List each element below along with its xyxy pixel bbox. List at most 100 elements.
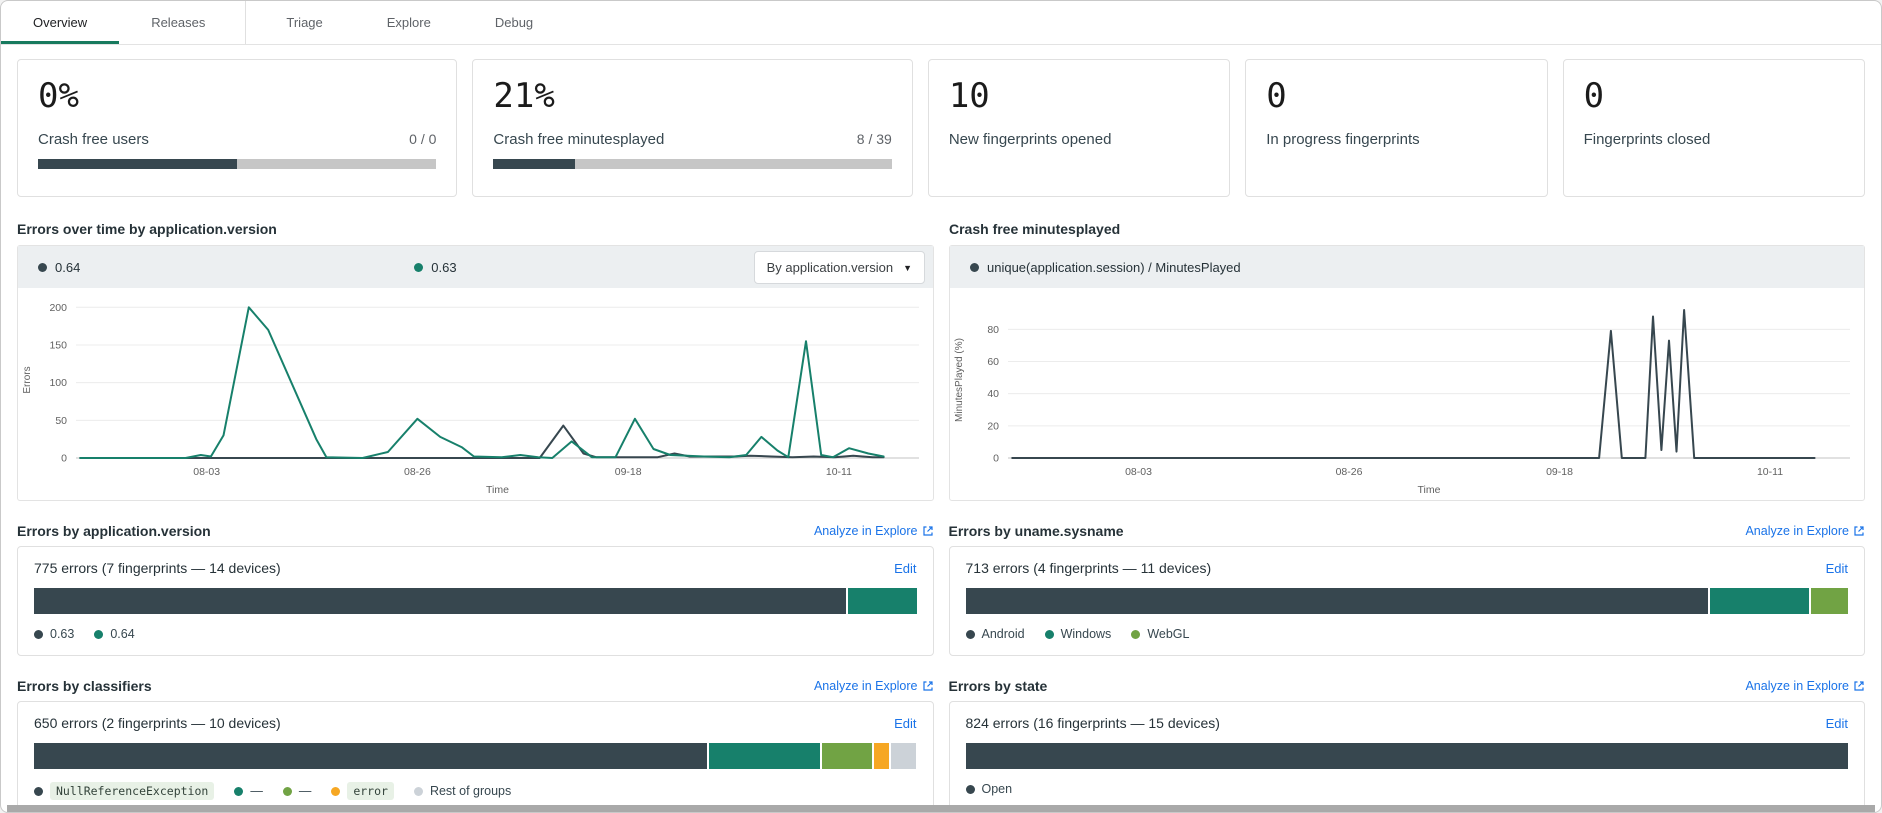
- series-dot: [414, 263, 423, 272]
- tab-explore[interactable]: Explore: [355, 1, 463, 44]
- stat-label: Crash free minutesplayed: [493, 131, 664, 148]
- legend-item: error: [331, 782, 394, 800]
- legend-label: 0.64: [110, 627, 134, 641]
- legend-label: Android: [982, 627, 1025, 641]
- svg-text:150: 150: [49, 339, 67, 351]
- errors-over-time-chart-panel: 0.64 0.63 By application.version ▼ 05010…: [17, 245, 934, 501]
- bar-segment: [966, 588, 1708, 614]
- legend-item: NullReferenceException: [34, 782, 214, 800]
- analyze-in-explore-link[interactable]: Analyze in Explore: [814, 679, 934, 693]
- errors-by-classifiers-section: Errors by classifiers Analyze in Explore…: [17, 678, 934, 813]
- stat-card-crash-free-minutesplayed: 21% Crash free minutesplayed 8 / 39: [472, 59, 912, 197]
- breakdown-title: Errors by classifiers: [17, 678, 152, 694]
- dashboard-window: Overview Releases Triage Explore Debug 0…: [0, 0, 1882, 813]
- stat-ratio: 0 / 0: [409, 131, 436, 147]
- stat-label: Crash free users: [38, 131, 149, 148]
- stat-value: 21%: [493, 78, 891, 115]
- svg-text:0: 0: [993, 453, 999, 465]
- svg-text:08-26: 08-26: [1336, 466, 1363, 478]
- link-label: Analyze in Explore: [1745, 679, 1849, 693]
- series-dot: [1131, 630, 1140, 639]
- external-link-icon: [1853, 680, 1865, 692]
- tab-overview[interactable]: Overview: [1, 1, 119, 44]
- series-dot: [283, 787, 292, 796]
- svg-text:Time: Time: [486, 484, 509, 496]
- series-dot: [331, 787, 340, 796]
- breakdown-card: 775 errors (7 fingerprints — 14 devices)…: [17, 546, 934, 656]
- legend-item: Rest of groups: [414, 784, 511, 798]
- legend-label: 0.64: [55, 260, 80, 275]
- legend-label: unique(application.session) / MinutesPla…: [987, 260, 1241, 275]
- svg-text:10-11: 10-11: [1757, 466, 1783, 478]
- analyze-in-explore-link[interactable]: Analyze in Explore: [814, 524, 934, 538]
- edit-button[interactable]: Edit: [1826, 561, 1848, 576]
- svg-text:Time: Time: [1418, 484, 1441, 496]
- svg-text:100: 100: [49, 377, 67, 389]
- svg-text:0: 0: [61, 453, 67, 465]
- tab-bar: Overview Releases Triage Explore Debug: [1, 1, 1881, 45]
- stat-value: 0: [1266, 78, 1526, 115]
- breakdown-legend: Open: [966, 782, 1849, 796]
- stats-row: 0% Crash free users 0 / 0 21% Crash free…: [17, 59, 1865, 197]
- legend-item: Open: [966, 782, 1013, 796]
- stat-card-new-fingerprints: 10 New fingerprints opened: [928, 59, 1230, 197]
- svg-text:200: 200: [49, 302, 67, 314]
- series-dot: [970, 263, 979, 272]
- chart-title: Errors over time by application.version: [17, 221, 934, 237]
- progress-bar: [38, 159, 436, 169]
- breakdown-summary: 713 errors (4 fingerprints — 11 devices): [966, 560, 1212, 576]
- edit-button[interactable]: Edit: [1826, 716, 1848, 731]
- errors-by-application-version-section: Errors by application.version Analyze in…: [17, 523, 934, 656]
- legend-label: Windows: [1061, 627, 1112, 641]
- analyze-in-explore-link[interactable]: Analyze in Explore: [1745, 524, 1865, 538]
- edit-button[interactable]: Edit: [894, 716, 916, 731]
- stat-card-inprogress-fingerprints: 0 In progress fingerprints: [1245, 59, 1547, 197]
- chevron-down-icon: ▼: [903, 263, 912, 273]
- series-dot: [966, 785, 975, 794]
- errors-by-uname-sysname-section: Errors by uname.sysname Analyze in Explo…: [949, 523, 1866, 656]
- errors-over-time-plot: 05010015020008-0308-2609-1810-11TimeErro…: [18, 288, 933, 500]
- series-dot: [414, 787, 423, 796]
- svg-text:08-03: 08-03: [1125, 466, 1152, 478]
- svg-text:40: 40: [987, 388, 999, 400]
- legend-label: error: [347, 782, 394, 800]
- errors-by-state-section: Errors by state Analyze in Explore 824 e…: [949, 678, 1866, 813]
- svg-text:09-18: 09-18: [615, 466, 642, 478]
- crash-free-minutesplayed-section: Crash free minutesplayed unique(applicat…: [949, 221, 1865, 501]
- legend-item: —: [283, 784, 312, 798]
- legend-item-0.64[interactable]: 0.64: [38, 260, 414, 275]
- bottom-scroll-strip: [7, 805, 1875, 812]
- errors-over-time-section: Errors over time by application.version …: [17, 221, 934, 501]
- crash-free-chart-panel: unique(application.session) / MinutesPla…: [949, 245, 1865, 501]
- breakdown-summary: 650 errors (2 fingerprints — 10 devices): [34, 715, 281, 731]
- legend-item-0.63[interactable]: 0.63: [414, 260, 456, 275]
- tab-divider: [245, 1, 246, 44]
- breakdown-summary: 824 errors (16 fingerprints — 15 devices…: [966, 715, 1220, 731]
- breakdown-summary: 775 errors (7 fingerprints — 14 devices): [34, 560, 281, 576]
- breakdown-card: 713 errors (4 fingerprints — 11 devices)…: [949, 546, 1866, 656]
- stacked-bar: [34, 588, 917, 614]
- tab-debug[interactable]: Debug: [463, 1, 565, 44]
- edit-button[interactable]: Edit: [894, 561, 916, 576]
- breakdown-title: Errors by application.version: [17, 523, 211, 539]
- legend-label: —: [299, 784, 312, 798]
- legend-label: 0.63: [431, 260, 456, 275]
- legend-item: 0.64: [94, 627, 134, 641]
- tab-triage[interactable]: Triage: [254, 1, 354, 44]
- chart-title: Crash free minutesplayed: [949, 221, 1865, 237]
- svg-text:80: 80: [987, 324, 999, 336]
- group-by-dropdown[interactable]: By application.version ▼: [754, 251, 925, 284]
- series-dot: [94, 630, 103, 639]
- legend-label: NullReferenceException: [50, 782, 214, 800]
- legend-item: Android: [966, 627, 1025, 641]
- svg-text:08-26: 08-26: [404, 466, 431, 478]
- legend-item-unique-session[interactable]: unique(application.session) / MinutesPla…: [970, 260, 1241, 275]
- breakdown-title: Errors by state: [949, 678, 1048, 694]
- stacked-bar: [966, 588, 1849, 614]
- crash-free-plot: 02040608008-0308-2609-1810-11TimeMinutes…: [950, 288, 1864, 500]
- stat-ratio: 8 / 39: [857, 131, 892, 147]
- analyze-in-explore-link[interactable]: Analyze in Explore: [1745, 679, 1865, 693]
- dropdown-value: By application.version: [767, 260, 893, 275]
- series-dot: [38, 263, 47, 272]
- tab-releases[interactable]: Releases: [119, 1, 237, 44]
